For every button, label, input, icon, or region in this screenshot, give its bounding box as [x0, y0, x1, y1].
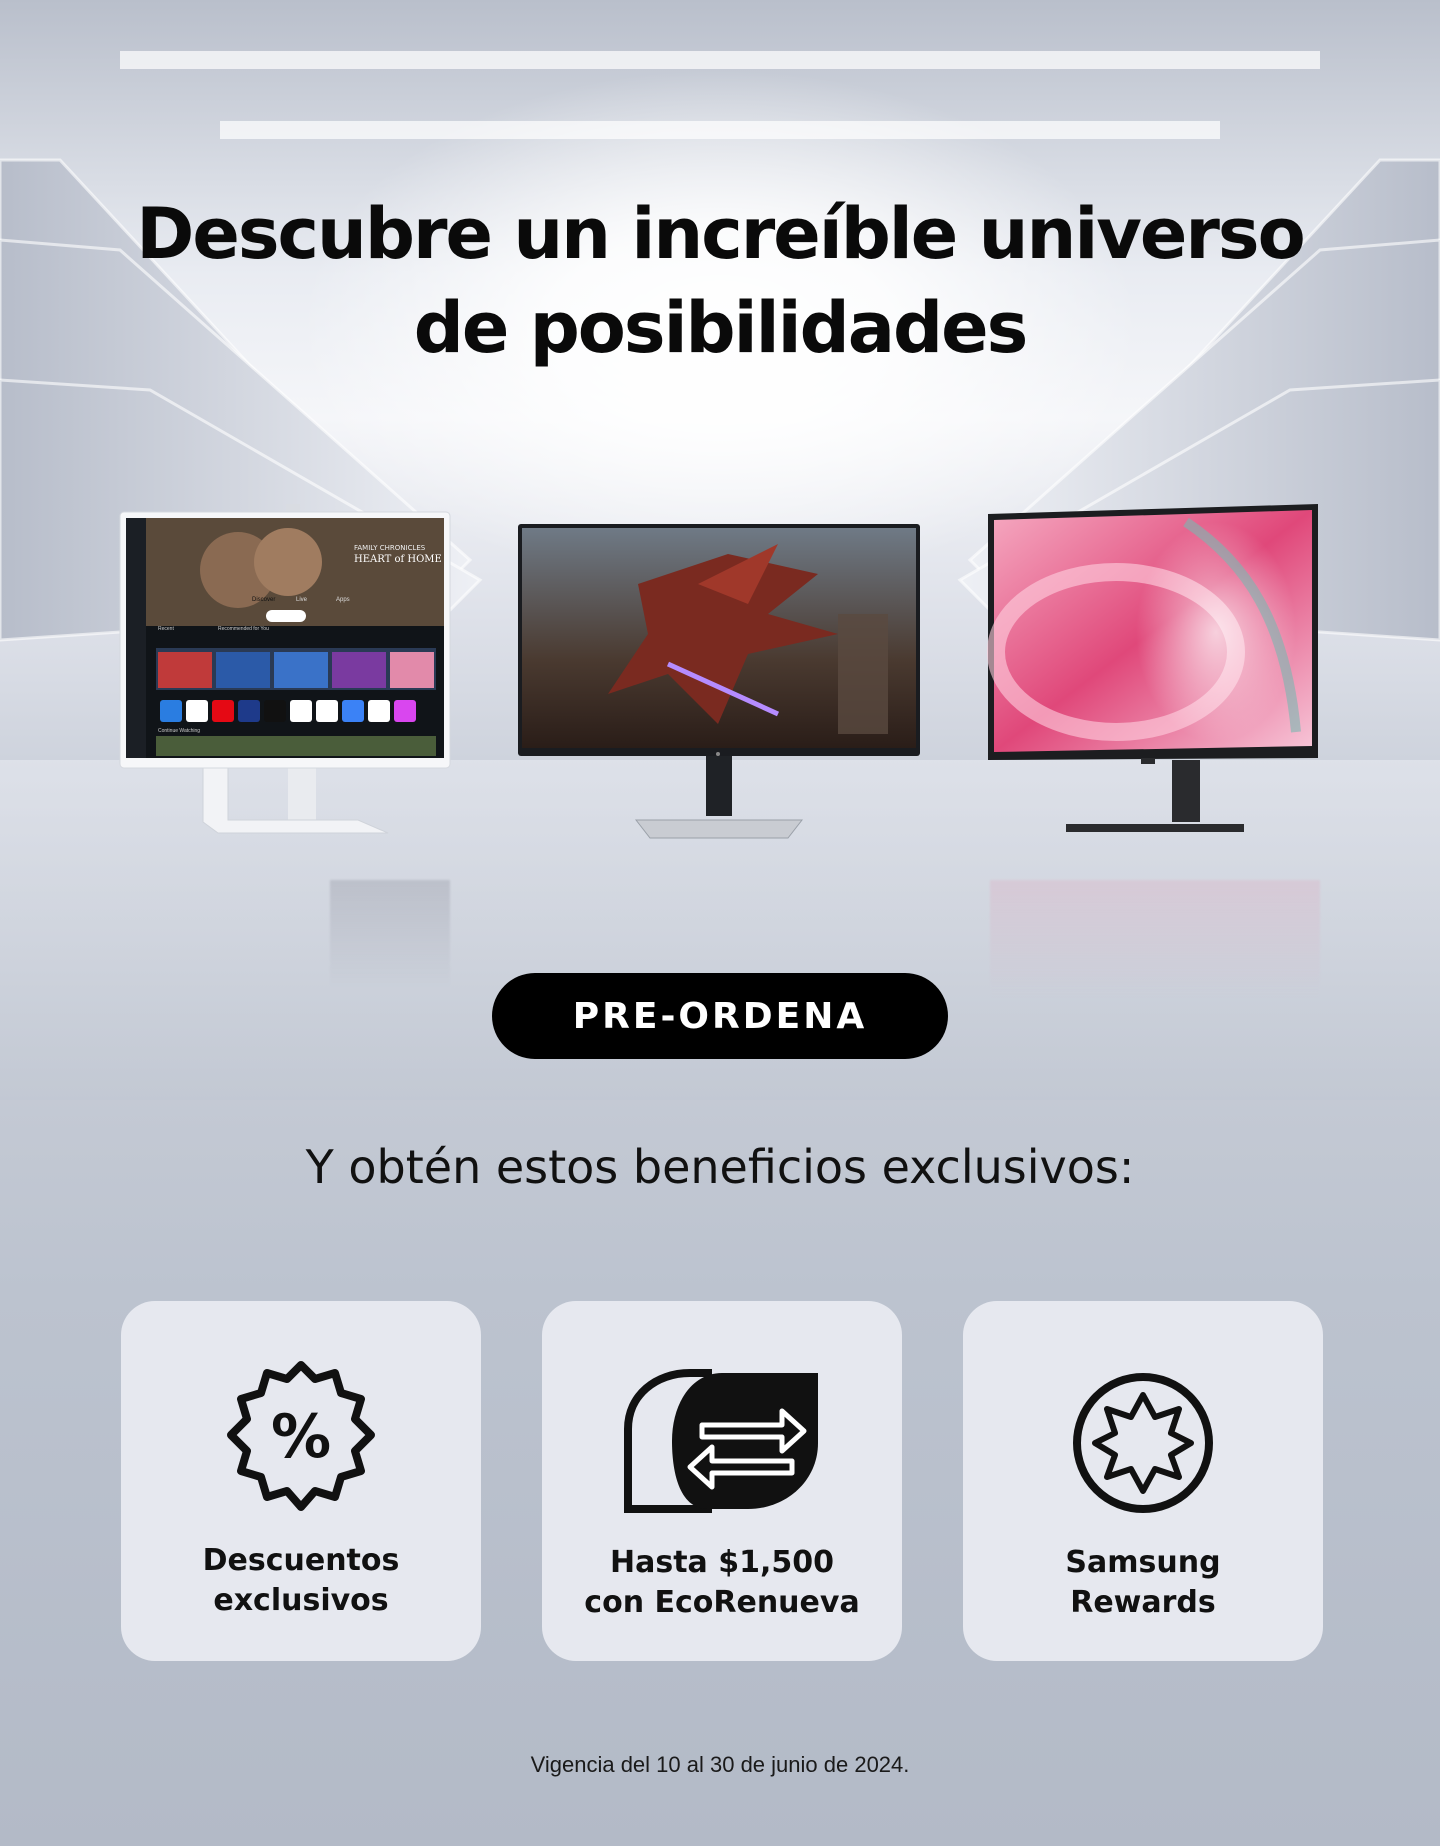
pre-order-button[interactable]: PRE-ORDENA: [492, 973, 948, 1059]
validity-footnote: Vigencia del 10 al 30 de junio de 2024.: [530, 1752, 910, 1777]
trade-in-exchange-icon: [542, 1369, 902, 1513]
smart-monitor-row-recommended: Recommended for You: [218, 626, 269, 632]
smart-monitor-screen-title: FAMILY CHRONICLES: [354, 544, 426, 552]
benefit-label-line-2: Rewards: [1070, 1585, 1216, 1620]
display-monitor-product[interactable]: [986, 502, 1320, 842]
smart-monitor-tab-discover: Discover: [252, 597, 276, 603]
headline-line-1: Descubre un increíble universo: [136, 192, 1305, 275]
smart-monitor-tab-apps: Apps: [336, 597, 350, 603]
smart-monitor-screen-subtitle: HEART of HOME: [354, 554, 442, 565]
percent-badge-icon: %: [121, 1359, 481, 1519]
smart-monitor-row-recent: Recent: [158, 626, 174, 632]
benefit-label-discounts: Descuentos exclusivos: [121, 1541, 481, 1621]
display-monitor-illustration: [987, 504, 1318, 832]
benefit-label-rewards: Samsung Rewards: [963, 1543, 1323, 1623]
gaming-monitor-illustration: [518, 524, 920, 839]
benefit-card-rewards: Samsung Rewards: [963, 1301, 1323, 1661]
benefit-label-line-1: Hasta $1,500: [609, 1545, 834, 1580]
benefit-label-line-1: Descuentos: [202, 1543, 400, 1578]
headline: Descubre un increíble universo de posibi…: [0, 187, 1440, 375]
star-medal-icon: [963, 1371, 1323, 1515]
benefit-label-line-1: Samsung: [1065, 1545, 1221, 1580]
gaming-monitor-product[interactable]: [518, 524, 920, 840]
benefit-label-ecorenueva: Hasta $1,500 con EcoRenueva: [542, 1543, 902, 1623]
display-monitor-reflection: [990, 880, 1320, 1000]
smart-monitor-product[interactable]: FAMILY CHRONICLES HEART of HOME Discover…: [118, 500, 452, 840]
smart-monitor-tab-live: Live: [296, 597, 308, 603]
benefit-card-ecorenueva: Hasta $1,500 con EcoRenueva: [542, 1301, 902, 1661]
smart-monitor-reflection: [330, 880, 450, 990]
benefits-heading: Y obtén estos beneficios exclusivos:: [305, 1140, 1135, 1194]
promo-page: Descubre un increíble universo de posibi…: [0, 0, 1440, 1846]
headline-line-2: de posibilidades: [413, 286, 1029, 369]
svg-text:%: %: [271, 1402, 331, 1472]
smart-monitor-row-continue: Continue Watching: [158, 728, 201, 734]
benefit-card-discounts: % Descuentos exclusivos: [121, 1301, 481, 1661]
benefit-label-line-2: exclusivos: [213, 1583, 389, 1618]
benefit-label-line-2: con EcoRenueva: [584, 1585, 860, 1620]
